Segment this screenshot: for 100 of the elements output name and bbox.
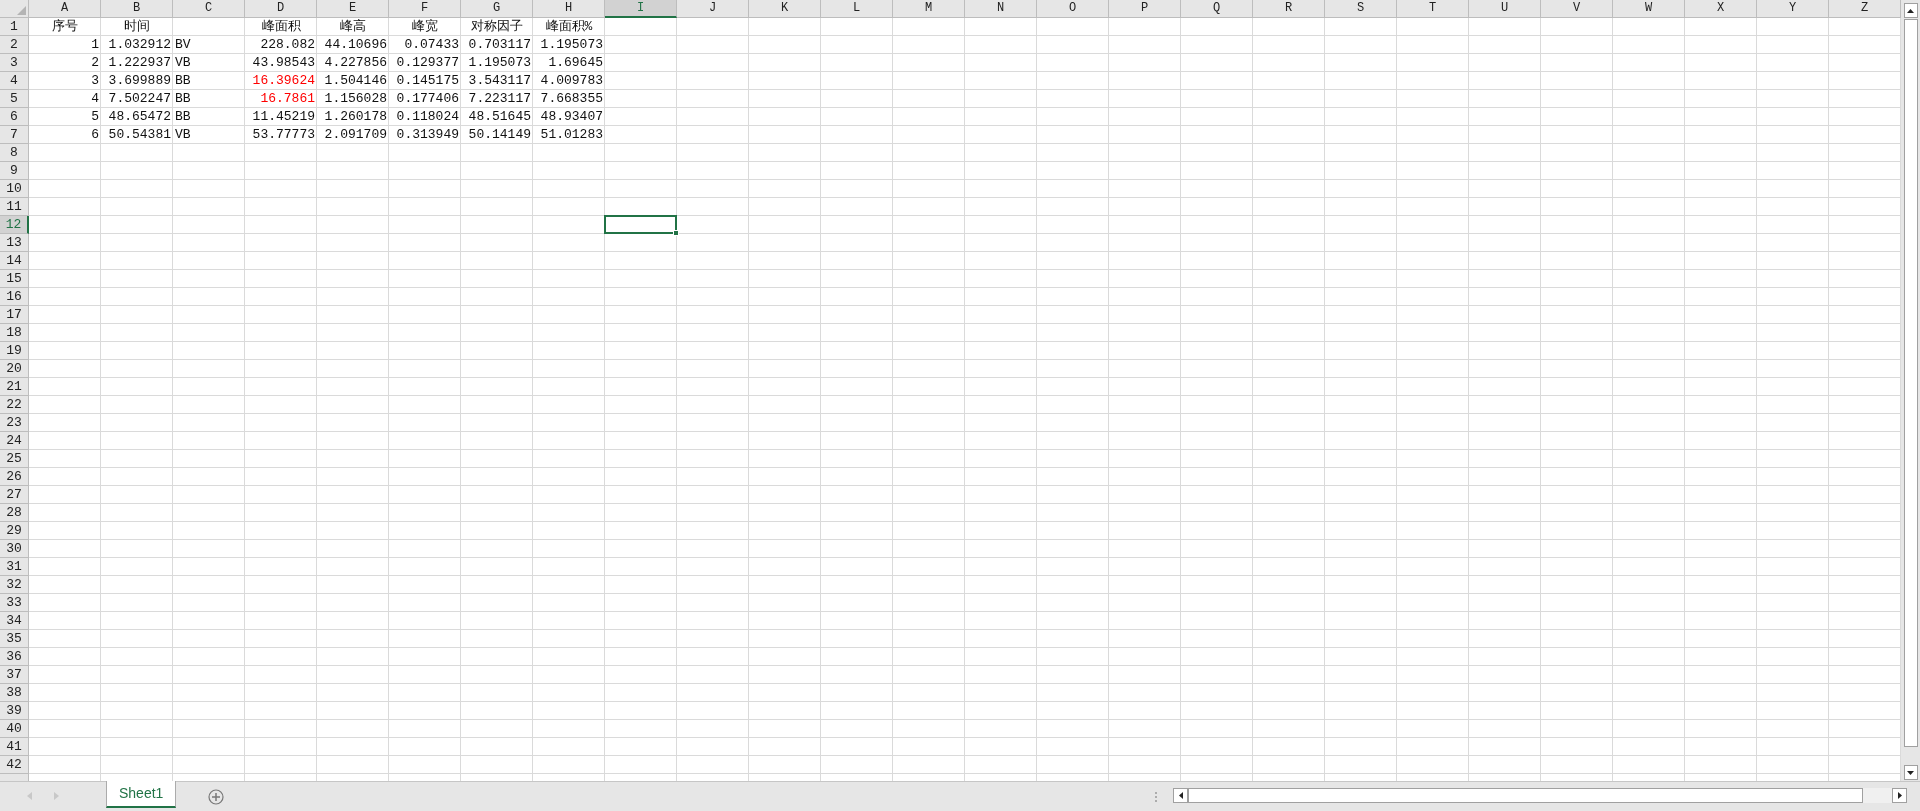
row-header[interactable]: 42 xyxy=(0,756,29,774)
row-header[interactable]: 11 xyxy=(0,198,29,216)
column-header[interactable]: S xyxy=(1325,0,1397,18)
table-cell-text: BV xyxy=(174,36,192,54)
row-header[interactable]: 1 xyxy=(0,18,29,36)
column-header[interactable]: G xyxy=(461,0,533,18)
row-header[interactable]: 13 xyxy=(0,234,29,252)
add-sheet-icon[interactable] xyxy=(208,789,225,805)
splitter-handle-icon[interactable] xyxy=(1155,792,1158,802)
table-cell-text: 2 xyxy=(90,54,100,72)
row-header[interactable]: 33 xyxy=(0,594,29,612)
column-header[interactable]: A xyxy=(29,0,101,18)
row-header[interactable]: 2 xyxy=(0,36,29,54)
row-header[interactable]: 41 xyxy=(0,738,29,756)
column-header[interactable]: J xyxy=(677,0,749,18)
row-header[interactable]: 24 xyxy=(0,432,29,450)
right-arrow-icon[interactable] xyxy=(54,792,59,800)
column-header[interactable]: V xyxy=(1541,0,1613,18)
column-header[interactable]: X xyxy=(1685,0,1757,18)
table-cell-text: 7.223117 xyxy=(467,90,532,108)
row-header[interactable]: 9 xyxy=(0,162,29,180)
table-cell-text: 48.93407 xyxy=(539,108,604,126)
table-cell-text: 51.01283 xyxy=(539,126,604,144)
column-header[interactable]: M xyxy=(893,0,965,18)
scrollbar-thumb[interactable] xyxy=(1903,19,1918,747)
row-header[interactable]: 36 xyxy=(0,648,29,666)
row-header[interactable]: 8 xyxy=(0,144,29,162)
row-header[interactable]: 23 xyxy=(0,414,29,432)
row-header[interactable]: 6 xyxy=(0,108,29,126)
row-header[interactable]: 21 xyxy=(0,378,29,396)
row-header[interactable]: 26 xyxy=(0,468,29,486)
column-header[interactable]: C xyxy=(173,0,245,18)
scroll-right-button[interactable] xyxy=(1892,788,1908,803)
column-header[interactable]: L xyxy=(821,0,893,18)
row-header[interactable]: 15 xyxy=(0,270,29,288)
selected-cell-outline[interactable] xyxy=(604,215,677,234)
sheet-tab[interactable]: Sheet1 xyxy=(106,781,177,808)
table-cell-text: 1.195073 xyxy=(539,36,604,54)
scroll-up-button[interactable] xyxy=(1903,3,1918,18)
up-triangle-icon xyxy=(1907,8,1914,13)
row-header[interactable]: 34 xyxy=(0,612,29,630)
column-header[interactable]: Z xyxy=(1829,0,1901,18)
row-header[interactable]: 14 xyxy=(0,252,29,270)
row-header[interactable]: 30 xyxy=(0,540,29,558)
row-header[interactable]: 10 xyxy=(0,180,29,198)
table-cell-text: 228.082 xyxy=(259,36,316,54)
table-cell-text: 0.07433 xyxy=(403,36,460,54)
column-header[interactable]: W xyxy=(1613,0,1685,18)
column-header[interactable]: F xyxy=(389,0,461,18)
row-header[interactable]: 39 xyxy=(0,702,29,720)
table-cell-text: 48.51645 xyxy=(467,108,532,126)
row-header[interactable]: 7 xyxy=(0,126,29,144)
row-header[interactable]: 27 xyxy=(0,486,29,504)
scroll-left-button[interactable] xyxy=(1173,788,1189,803)
row-header[interactable]: 5 xyxy=(0,90,29,108)
row-header[interactable]: 3 xyxy=(0,54,29,72)
column-header[interactable]: O xyxy=(1037,0,1109,18)
column-header[interactable]: B xyxy=(101,0,173,18)
select-all-corner[interactable] xyxy=(0,0,29,18)
row-header[interactable]: 4 xyxy=(0,72,29,90)
row-header[interactable]: 17 xyxy=(0,306,29,324)
scroll-down-button[interactable] xyxy=(1903,765,1918,780)
column-header[interactable]: E xyxy=(317,0,389,18)
row-header[interactable]: 28 xyxy=(0,504,29,522)
table-cell-text: 4.009783 xyxy=(539,72,604,90)
column-header[interactable]: K xyxy=(749,0,821,18)
column-header[interactable]: N xyxy=(965,0,1037,18)
table-cell-text: 16.39624 xyxy=(251,72,316,90)
column-header[interactable]: Y xyxy=(1757,0,1829,18)
row-header[interactable]: 22 xyxy=(0,396,29,414)
column-header[interactable]: I xyxy=(605,0,677,18)
row-header[interactable]: 18 xyxy=(0,324,29,342)
row-header[interactable]: 29 xyxy=(0,522,29,540)
table-cell-text: 48.65472 xyxy=(107,108,172,126)
column-header[interactable]: T xyxy=(1397,0,1469,18)
table-cell-text: 1.69645 xyxy=(547,54,604,72)
row-header[interactable]: 35 xyxy=(0,630,29,648)
column-header[interactable]: H xyxy=(533,0,605,18)
column-header[interactable]: U xyxy=(1469,0,1541,18)
column-header[interactable]: D xyxy=(245,0,317,18)
row-header[interactable]: 32 xyxy=(0,576,29,594)
row-header[interactable]: 25 xyxy=(0,450,29,468)
column-header[interactable]: P xyxy=(1109,0,1181,18)
table-cell-text: 4.227856 xyxy=(323,54,388,72)
down-triangle-icon xyxy=(1907,770,1914,775)
fill-handle[interactable] xyxy=(673,230,679,236)
row-header[interactable]: 16 xyxy=(0,288,29,306)
left-arrow-icon[interactable] xyxy=(27,792,32,800)
row-header[interactable]: 38 xyxy=(0,684,29,702)
row-header[interactable]: 40 xyxy=(0,720,29,738)
row-header[interactable]: 37 xyxy=(0,666,29,684)
row-header[interactable]: 12 xyxy=(0,216,29,234)
row-header[interactable]: 19 xyxy=(0,342,29,360)
table-cell-text: 1 xyxy=(90,36,100,54)
row-header[interactable]: 31 xyxy=(0,558,29,576)
table-cell-text: 0.177406 xyxy=(395,90,460,108)
row-header[interactable]: 20 xyxy=(0,360,29,378)
column-header[interactable]: Q xyxy=(1181,0,1253,18)
vertical-scrollbar[interactable] xyxy=(1901,0,1920,781)
column-header[interactable]: R xyxy=(1253,0,1325,18)
